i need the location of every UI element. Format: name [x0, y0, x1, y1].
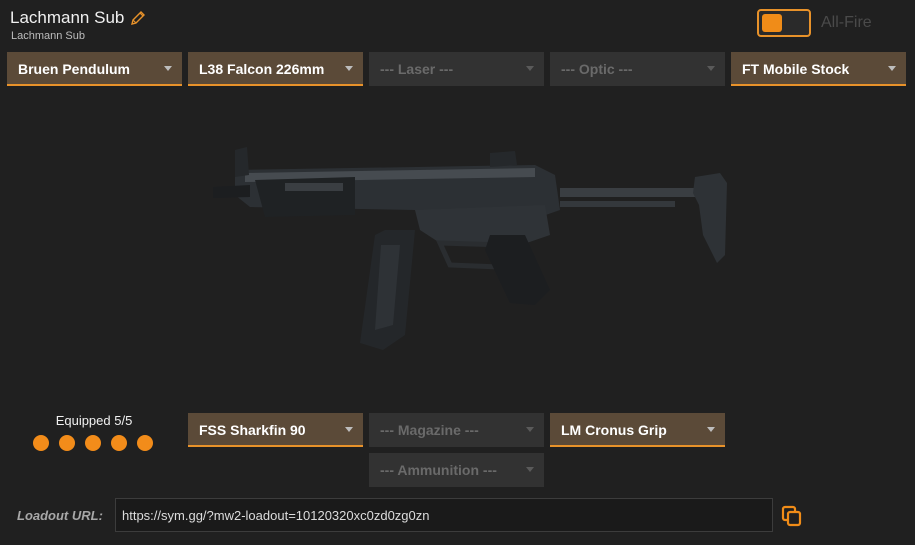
- equipped-indicator: [33, 435, 153, 451]
- weapon-image: [213, 147, 727, 350]
- equipped-dot: [111, 435, 127, 451]
- optic-select[interactable]: --- Optic ---: [550, 52, 725, 86]
- equipped-dot: [85, 435, 101, 451]
- muzzle-select[interactable]: Bruen Pendulum: [7, 52, 182, 86]
- stock-select[interactable]: FT Mobile Stock: [731, 52, 906, 86]
- all-fire-label: All-Fire: [821, 14, 872, 31]
- rear-grip-select[interactable]: LM Cronus Grip: [550, 413, 725, 447]
- copy-icon[interactable]: [781, 505, 803, 527]
- toggle-knob: [762, 14, 782, 32]
- magazine-select-value: --- Magazine ---: [380, 422, 479, 438]
- laser-select[interactable]: --- Laser ---: [369, 52, 544, 86]
- ammunition-select[interactable]: --- Ammunition ---: [369, 453, 544, 487]
- chevron-down-icon: [707, 427, 715, 432]
- chevron-down-icon: [345, 66, 353, 71]
- all-fire-toggle-group: All-Fire: [757, 9, 872, 37]
- chevron-down-icon: [345, 427, 353, 432]
- chevron-down-icon: [526, 66, 534, 71]
- weapon-name: Lachmann Sub: [10, 8, 125, 27]
- equipped-dot: [59, 435, 75, 451]
- pencil-icon[interactable]: [130, 10, 146, 26]
- optic-select-value: --- Optic ---: [561, 61, 633, 77]
- weapon-subtitle: Lachmann Sub: [11, 30, 85, 42]
- laser-select-value: --- Laser ---: [380, 61, 454, 77]
- equipped-count-label: Equipped 5/5: [55, 413, 133, 428]
- loadout-url-label: Loadout URL:: [17, 508, 103, 523]
- chevron-down-icon: [707, 66, 715, 71]
- magazine-select[interactable]: --- Magazine ---: [369, 413, 544, 447]
- chevron-down-icon: [888, 66, 896, 71]
- chevron-down-icon: [526, 467, 534, 472]
- equipped-dot: [137, 435, 153, 451]
- stock-select-value: FT Mobile Stock: [742, 61, 850, 77]
- loadout-url-field[interactable]: [115, 498, 773, 532]
- weapon-title: Lachmann Sub: [10, 8, 146, 28]
- chevron-down-icon: [164, 66, 172, 71]
- underbarrel-select[interactable]: FSS Sharkfin 90: [188, 413, 363, 447]
- ammunition-select-value: --- Ammunition ---: [380, 462, 497, 478]
- chevron-down-icon: [526, 427, 534, 432]
- barrel-select[interactable]: L38 Falcon 226mm: [188, 52, 363, 86]
- equipped-dot: [33, 435, 49, 451]
- all-fire-toggle[interactable]: [757, 9, 811, 37]
- muzzle-select-value: Bruen Pendulum: [18, 61, 131, 77]
- barrel-select-value: L38 Falcon 226mm: [199, 61, 325, 77]
- underbarrel-select-value: FSS Sharkfin 90: [199, 422, 306, 438]
- rear-grip-select-value: LM Cronus Grip: [561, 422, 667, 438]
